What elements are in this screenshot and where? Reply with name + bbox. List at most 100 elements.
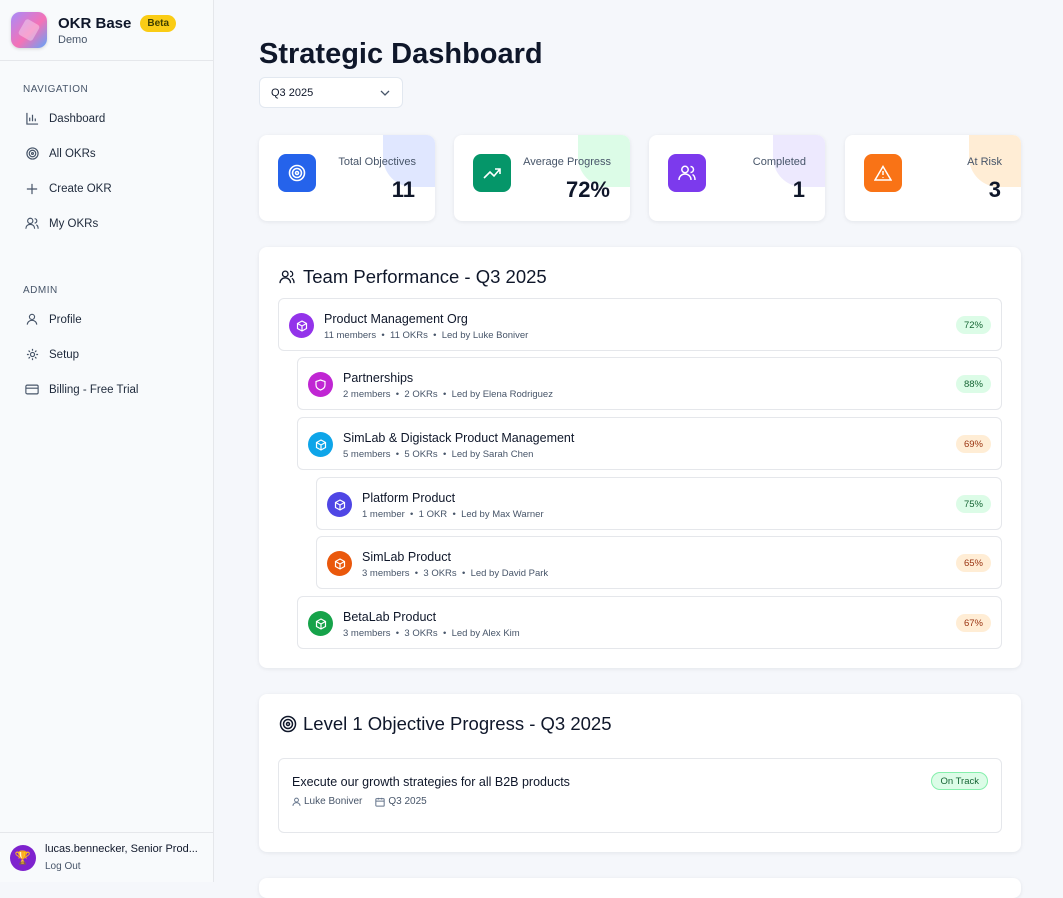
team-name: Product Management Org — [324, 312, 468, 326]
team-okrs: 1 OKR — [418, 509, 448, 520]
status-badge: On Track — [931, 772, 988, 790]
team-name: SimLab & Digistack Product Management — [343, 431, 575, 445]
objective-meta: Luke Boniver Q3 2025 — [292, 796, 427, 807]
logout-link[interactable]: Log Out — [45, 861, 198, 872]
stat-value: 1 — [792, 177, 805, 202]
nav-item-my-okrs[interactable]: My OKRs — [0, 206, 213, 241]
team-meta: 5 members • 5 OKRs • Led by Sarah Chen — [343, 449, 534, 460]
team-performance-card: Team Performance - Q3 2025 Product Manag… — [259, 247, 1021, 668]
next-card — [259, 878, 1021, 898]
user-profile[interactable]: 🏆 lucas.bennecker, Senior Prod... Log Ou… — [0, 832, 213, 882]
team-name: Platform Product — [362, 491, 456, 505]
team-meta: 3 members • 3 OKRs • Led by Alex Kim — [343, 628, 520, 639]
stat-card-completed: Completed 1 — [649, 135, 825, 221]
team-row[interactable]: Platform Product 1 member • 1 OKR • Led … — [316, 477, 1002, 530]
team-row[interactable]: SimLab Product 3 members • 3 OKRs • Led … — [316, 536, 1002, 589]
stat-value: 11 — [391, 177, 415, 202]
brand-header[interactable]: OKR Base Beta Demo — [0, 0, 213, 61]
nav-item-label: Dashboard — [49, 112, 106, 125]
team-members: 11 members — [324, 330, 377, 341]
team-members: 1 member — [362, 509, 405, 520]
team-members: 2 members — [343, 389, 391, 400]
nav-item-label: Profile — [49, 313, 82, 326]
users-icon — [25, 217, 39, 231]
nav-item-setup[interactable]: Setup — [0, 337, 213, 372]
nav-item-create-okr[interactable]: Create OKR — [0, 171, 213, 206]
objective-progress-title: Level 1 Objective Progress - Q3 2025 — [303, 713, 612, 734]
team-row[interactable]: Partnerships 2 members • 2 OKRs • Led by… — [297, 357, 1002, 410]
workspace-name: Demo — [58, 33, 88, 46]
nav-item-dashboard[interactable]: Dashboard — [0, 101, 213, 136]
nav-item-label: Billing - Free Trial — [49, 383, 139, 396]
quarter-select[interactable]: Q3 2025 — [259, 77, 403, 108]
navigation-section-title: NAVIGATION — [23, 84, 89, 95]
shield-icon — [308, 372, 333, 397]
team-lead: Led by Alex Kim — [451, 628, 520, 639]
nav-item-label: All OKRs — [49, 147, 96, 160]
app-logo — [11, 12, 47, 48]
main-content: Strategic Dashboard Q3 2025 Total Object… — [214, 0, 1063, 898]
team-okrs: 11 OKRs — [389, 330, 428, 341]
nav-item-profile[interactable]: Profile — [0, 302, 213, 337]
stat-value: 72% — [565, 177, 610, 202]
page-title: Strategic Dashboard — [259, 38, 543, 70]
progress-badge: 65% — [955, 554, 991, 572]
plus-icon — [25, 182, 39, 196]
team-name: SimLab Product — [362, 550, 451, 564]
team-members: 3 members — [343, 628, 391, 639]
team-lead: Led by David Park — [470, 568, 549, 579]
stat-card-average-progress: Average Progress 72% — [454, 135, 630, 221]
objective-progress-header: Level 1 Objective Progress - Q3 2025 — [279, 713, 612, 735]
team-members: 3 members — [362, 568, 410, 579]
team-performance-title: Team Performance - Q3 2025 — [303, 266, 547, 287]
progress-badge: 75% — [955, 495, 991, 513]
stat-value: 3 — [988, 177, 1001, 202]
team-meta: 1 member • 1 OKR • Led by Max Warner — [362, 509, 544, 520]
team-okrs: 3 OKRs — [423, 568, 457, 579]
gear-icon — [25, 348, 39, 362]
team-lead: Led by Max Warner — [461, 509, 544, 520]
credit-card-icon — [25, 383, 39, 397]
team-lead: Led by Luke Boniver — [441, 330, 529, 341]
nav-item-billing[interactable]: Billing - Free Trial — [0, 372, 213, 407]
target-icon — [25, 147, 39, 161]
stat-label: Average Progress — [523, 156, 611, 168]
team-members: 5 members — [343, 449, 391, 460]
user-icon — [25, 313, 39, 327]
stat-label: Completed — [752, 156, 806, 168]
target-icon — [278, 154, 316, 192]
team-row[interactable]: SimLab & Digistack Product Management 5 … — [297, 417, 1002, 470]
team-meta: 11 members • 11 OKRs • Led by Luke Boniv… — [324, 330, 529, 341]
warning-icon — [864, 154, 902, 192]
users-icon — [668, 154, 706, 192]
objective-title: Execute our growth strategies for all B2… — [292, 775, 570, 789]
objective-owner: Luke Boniver — [304, 796, 363, 807]
cube-icon — [327, 551, 352, 576]
cube-icon — [308, 432, 333, 457]
objective-row[interactable]: Execute our growth strategies for all B2… — [278, 758, 1002, 833]
trending-up-icon — [473, 154, 511, 192]
nav-item-label: Create OKR — [49, 182, 112, 195]
team-meta: 3 members • 3 OKRs • Led by David Park — [362, 568, 549, 579]
team-row[interactable]: Product Management Org 11 members • 11 O… — [278, 298, 1002, 351]
trophy-icon: 🏆 — [10, 844, 36, 871]
progress-badge: 88% — [955, 375, 991, 393]
cube-icon — [308, 611, 333, 636]
stats-row: Total Objectives 11 Average Progress 72%… — [259, 135, 1021, 221]
team-name: Partnerships — [343, 371, 414, 385]
team-okrs: 5 OKRs — [404, 449, 438, 460]
chevron-down-icon — [380, 87, 390, 99]
beta-badge: Beta — [140, 14, 177, 32]
nav-item-label: My OKRs — [49, 217, 99, 230]
quarter-select-value: Q3 2025 — [271, 86, 314, 99]
nav-item-all-okrs[interactable]: All OKRs — [0, 136, 213, 171]
cube-icon — [327, 492, 352, 517]
user-icon — [292, 797, 301, 807]
team-row[interactable]: BetaLab Product 3 members • 3 OKRs • Led… — [297, 596, 1002, 649]
progress-badge: 67% — [955, 614, 991, 632]
objective-quarter: Q3 2025 — [388, 796, 427, 807]
calendar-icon — [375, 797, 386, 807]
sidebar: OKR Base Beta Demo NAVIGATION Dashboard A… — [0, 0, 214, 882]
progress-badge: 69% — [955, 435, 991, 453]
progress-badge: 72% — [955, 316, 991, 334]
